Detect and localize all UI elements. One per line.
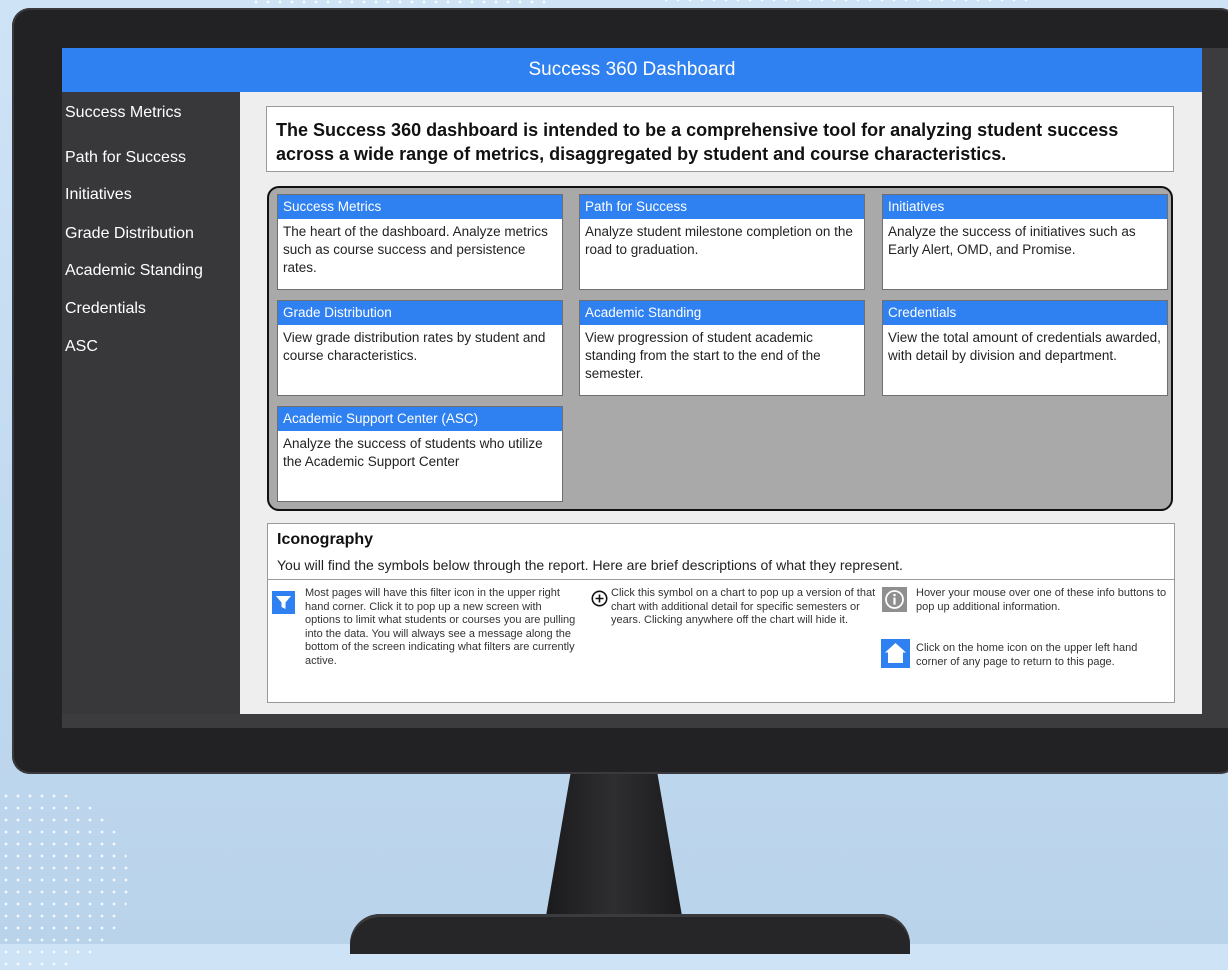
page-title: Success 360 Dashboard — [528, 59, 736, 80]
tile-description: The heart of the dashboard. Analyze metr… — [283, 224, 548, 275]
tile-title: Academic Support Center (ASC) — [278, 407, 562, 431]
sidebar-item-academic-standing[interactable]: Academic Standing — [65, 262, 203, 280]
tile-title: Success Metrics — [278, 195, 562, 219]
sidebar-item-success-metrics[interactable]: Success Metrics — [65, 104, 181, 122]
tile-title: Academic Standing — [580, 301, 864, 325]
app-header: Success 360 Dashboard — [62, 48, 1202, 92]
home-icon-description: Click on the home icon on the upper left… — [916, 642, 1138, 668]
tile-description: View the total amount of credentials awa… — [888, 330, 1161, 363]
iconography-subtitle: You will find the symbols below through … — [277, 557, 903, 573]
plus-circle-icon — [591, 590, 608, 607]
tile-title: Grade Distribution — [278, 301, 562, 325]
tile-description: Analyze the success of initiatives such … — [888, 224, 1136, 257]
main-content: The Success 360 dashboard is intended to… — [240, 92, 1202, 714]
iconography-heading: Iconography — [277, 531, 374, 548]
background-dots-bottom-left — [0, 790, 130, 970]
filter-icon — [272, 591, 295, 614]
info-icon-description: Hover your mouse over one of these info … — [916, 587, 1167, 613]
iconography-divider — [268, 579, 1174, 580]
tile-path-for-success[interactable]: Path for Success Analyze student milesto… — [579, 194, 865, 290]
monitor-stand-neck — [546, 774, 682, 916]
intro-banner: The Success 360 dashboard is intended to… — [266, 106, 1174, 172]
sidebar-item-grade-distribution[interactable]: Grade Distribution — [65, 225, 194, 243]
tile-title: Credentials — [883, 301, 1167, 325]
info-icon — [882, 587, 907, 612]
tile-description: View grade distribution rates by student… — [283, 330, 546, 363]
dashboard-screen: Success 360 Dashboard Success Metrics Pa… — [62, 48, 1202, 714]
tile-success-metrics[interactable]: Success Metrics The heart of the dashboa… — [277, 194, 563, 290]
tile-description: Analyze the success of students who util… — [283, 436, 543, 469]
tile-description: Analyze student milestone completion on … — [585, 224, 853, 257]
tile-academic-standing[interactable]: Academic Standing View progression of st… — [579, 300, 865, 396]
home-icon — [881, 639, 910, 668]
iconography-panel: Iconography You will find the symbols be… — [267, 523, 1175, 703]
plus-icon-description: Click this symbol on a chart to pop up a… — [611, 587, 876, 626]
tile-description: View progression of student academic sta… — [585, 330, 821, 381]
sidebar-item-initiatives[interactable]: Initiatives — [65, 186, 132, 204]
sidebar-item-credentials[interactable]: Credentials — [65, 300, 146, 318]
tile-title: Initiatives — [883, 195, 1167, 219]
filter-icon-description: Most pages will have this filter icon in… — [305, 587, 576, 667]
tile-title: Path for Success — [580, 195, 864, 219]
sidebar: Success Metrics Path for Success Initiat… — [62, 92, 240, 714]
sidebar-item-path-for-success[interactable]: Path for Success — [65, 149, 186, 167]
tile-academic-support-center[interactable]: Academic Support Center (ASC) Analyze th… — [277, 406, 563, 502]
tile-grade-distribution[interactable]: Grade Distribution View grade distributi… — [277, 300, 563, 396]
monitor-stand-base — [350, 914, 910, 954]
sidebar-item-asc[interactable]: ASC — [65, 338, 98, 356]
tile-initiatives[interactable]: Initiatives Analyze the success of initi… — [882, 194, 1168, 290]
tile-credentials[interactable]: Credentials View the total amount of cre… — [882, 300, 1168, 396]
report-tiles-container: Success Metrics The heart of the dashboa… — [267, 186, 1173, 511]
